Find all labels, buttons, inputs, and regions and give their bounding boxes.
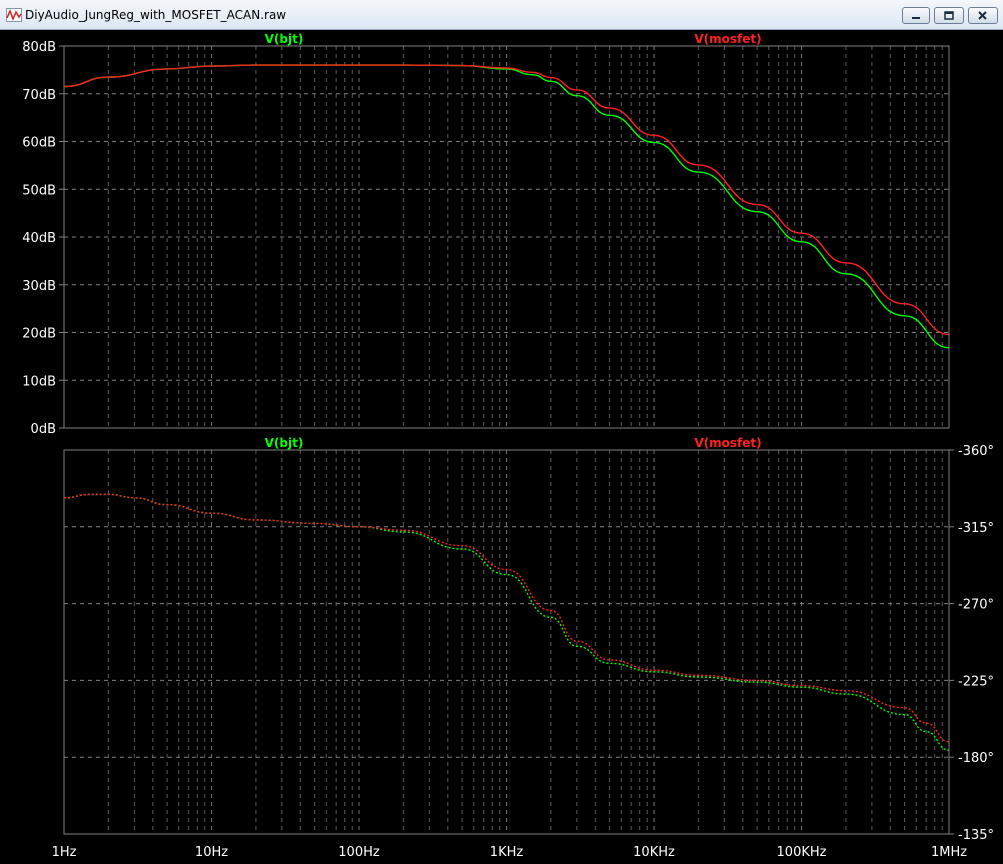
y-tick-label: 60dB: [22, 136, 56, 151]
restore-icon: [944, 11, 954, 20]
y-tick-label: -180°: [958, 751, 994, 766]
x-tick-label: 10KHz: [633, 845, 675, 860]
close-icon: [978, 11, 987, 20]
y-tick-label: 10dB: [22, 374, 56, 389]
y-tick-label: 40dB: [22, 231, 56, 246]
minimize-icon: [912, 17, 920, 19]
y-tick-label: -315°: [958, 521, 994, 536]
phase-pane: -135° -180° -225° -270° -315° -360° V(bjt) V(mo…: [63, 436, 994, 843]
x-tick-label: 10Hz: [195, 845, 228, 860]
x-tick-label: 1Hz: [52, 845, 77, 860]
y-tick-label: -225°: [958, 674, 994, 689]
window-title: DiyAudio_JungReg_with_MOSFET_ACAN.raw: [25, 8, 287, 22]
legend-label-mosfet: V(mosfet): [694, 32, 761, 46]
y-tick-label: 20dB: [22, 327, 56, 342]
y-tick-label: 0dB: [31, 422, 56, 437]
x-tick-label: 1MHz: [931, 845, 967, 860]
legend-label-bjt: V(bjt): [265, 32, 304, 46]
magnitude-pane: 0dB 10dB 20dB 30dB 40dB 50dB 60dB 70dB 80dB V(bjt…: [22, 32, 950, 437]
legend-label-mosfet: V(mosfet): [694, 436, 761, 450]
y-tick-label: 50dB: [22, 183, 56, 198]
ltspice-waveform-icon: [6, 8, 22, 22]
y-tick-label: 80dB: [22, 40, 56, 55]
legend-label-bjt: V(bjt): [265, 436, 304, 450]
restore-button[interactable]: [934, 7, 964, 24]
x-tick-label: 100KHz: [777, 845, 827, 860]
x-tick-label: 1KHz: [490, 845, 524, 860]
title-bar[interactable]: DiyAudio_JungReg_with_MOSFET_ACAN.raw: [0, 0, 1003, 30]
y-tick-label: 70dB: [22, 88, 56, 103]
y-tick-label: -270°: [958, 598, 994, 613]
y-tick-label: -135°: [958, 828, 994, 843]
y-tick-label: -360°: [958, 444, 994, 459]
waveform-viewer[interactable]: 0dB 10dB 20dB 30dB 40dB 50dB 60dB 70dB 80dB V(bjt…: [0, 30, 1003, 864]
y-tick-label: 30dB: [22, 279, 56, 294]
close-button[interactable]: [968, 7, 998, 24]
minimize-button[interactable]: [902, 7, 930, 24]
x-tick-label: 100Hz: [338, 845, 380, 860]
